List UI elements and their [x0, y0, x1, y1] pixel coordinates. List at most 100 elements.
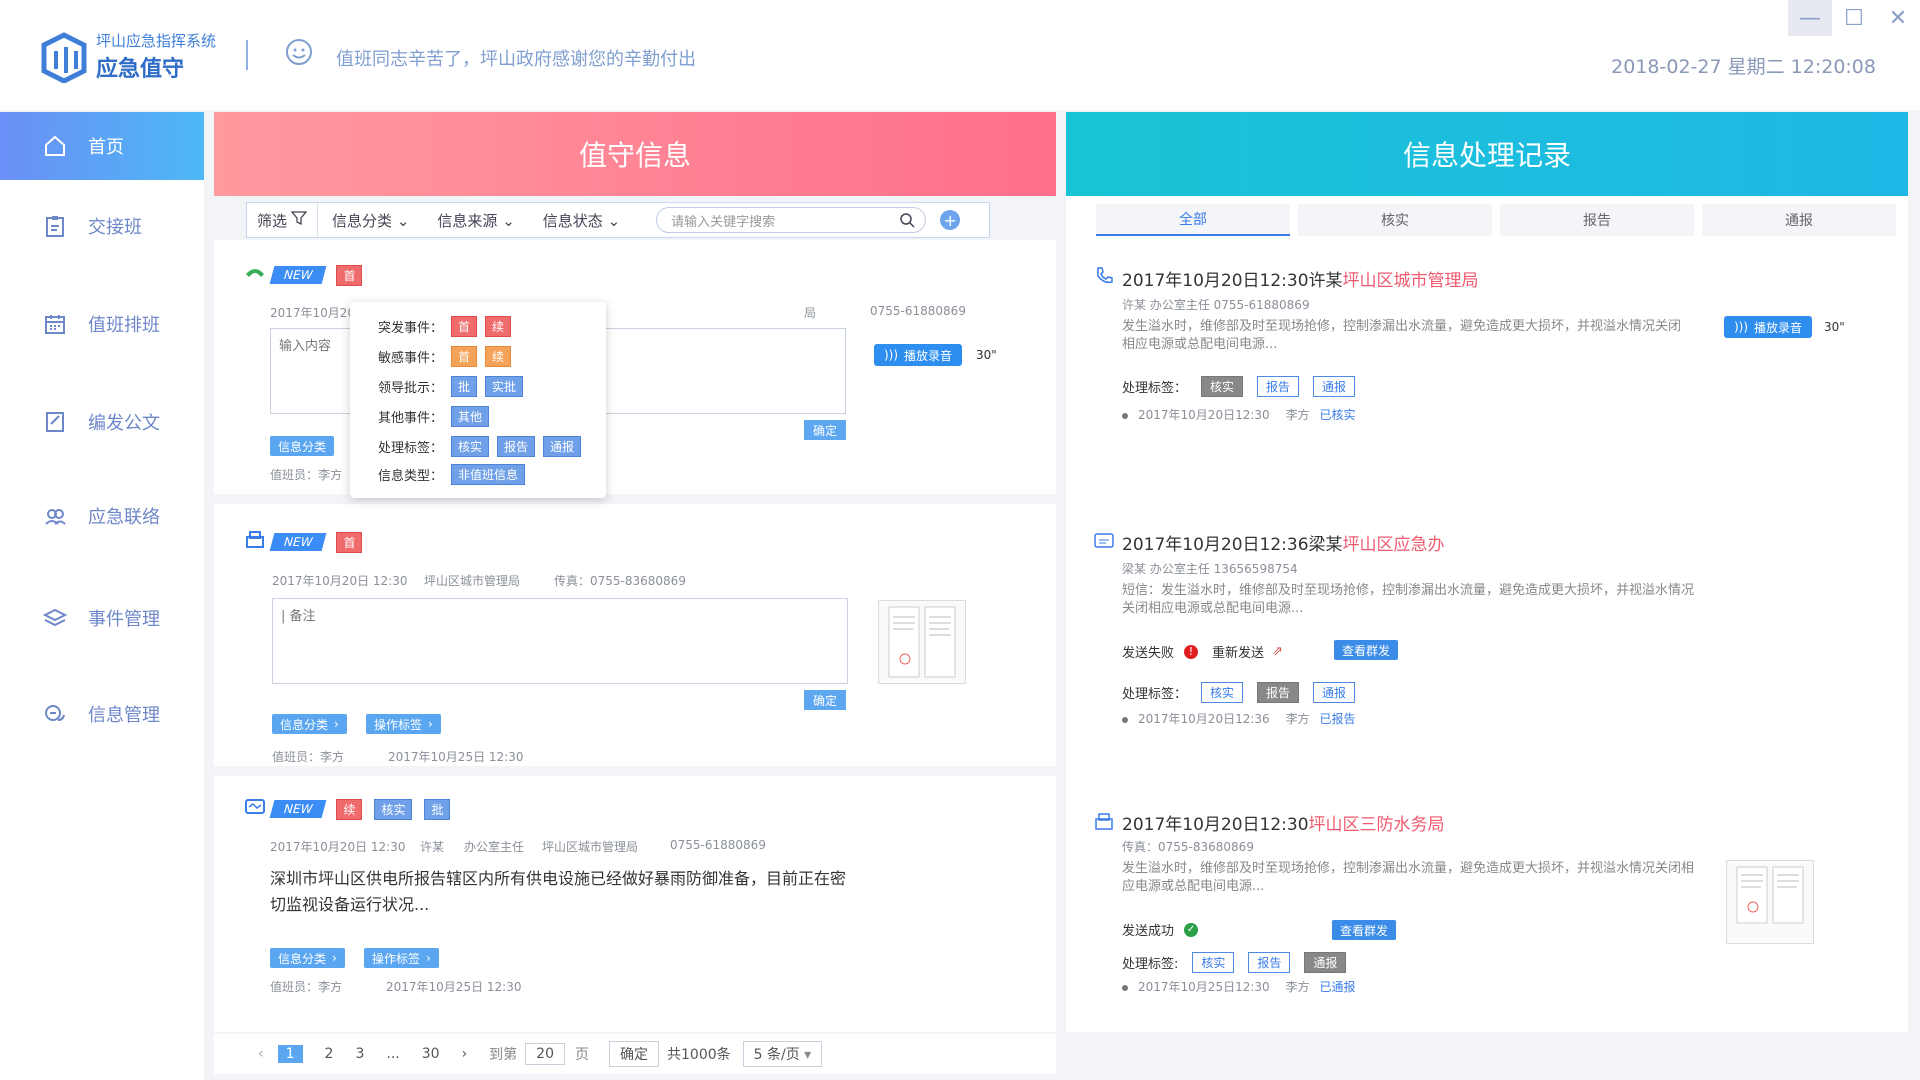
sidebar-item-documents[interactable]: 编发公文 — [0, 388, 204, 456]
new-badge: NEW — [269, 800, 327, 818]
tag-notice[interactable]: 通报 — [1313, 682, 1356, 703]
next-page-icon[interactable]: › — [462, 1046, 468, 1062]
popup-tag[interactable]: 续 — [485, 316, 512, 337]
resend-label[interactable]: 重新发送 — [1212, 642, 1264, 661]
input-placeholder: 输入内容 — [279, 339, 332, 354]
page-1[interactable]: 1 — [277, 1045, 303, 1063]
sidebar-item-label: 应急联络 — [88, 507, 160, 528]
sound-icon: ))) — [1734, 320, 1749, 334]
send-status: 发送失败 — [1122, 646, 1175, 661]
status-dropdown[interactable]: 信息状态 ⌄ — [529, 210, 634, 231]
sidebar-item-events[interactable]: 事件管理 — [0, 584, 204, 652]
sidebar-item-label: 信息管理 — [88, 705, 160, 726]
tab-verify[interactable]: 核实 — [1298, 204, 1492, 236]
sidebar-item-home[interactable]: 首页 — [0, 112, 204, 180]
fax-icon — [1094, 812, 1114, 836]
tag-verify[interactable]: 核实 — [1201, 682, 1244, 703]
clipboard-icon — [42, 213, 68, 239]
app-header: 坪山应急指挥系统 应急值守 值班同志辛苦了，坪山政府感谢您的辛勤付出 2018-… — [0, 0, 1920, 110]
resend-icon[interactable]: ⇗ — [1272, 644, 1283, 659]
page-2[interactable]: 2 — [325, 1046, 334, 1062]
card-org: 坪山区城市管理局 — [424, 574, 521, 588]
page-3[interactable]: 3 — [355, 1046, 364, 1062]
popup-tag[interactable]: 其他 — [451, 406, 490, 427]
duty-staff: 值班员：李方 — [270, 468, 343, 482]
record-desc: 发生溢水时，维修部及时至现场抢修，控制渗漏出水流量，避免造成更大损坏，并视溢水情… — [1122, 319, 1682, 352]
new-badge: NEW — [269, 266, 327, 284]
popup-tag[interactable]: 实批 — [485, 376, 524, 397]
sidebar-item-handover[interactable]: 交接班 — [0, 192, 204, 260]
popup-tag[interactable]: 报告 — [497, 436, 536, 457]
maximize-button[interactable]: ☐ — [1832, 0, 1876, 36]
view-group-send-button[interactable]: 查看群发 — [1332, 920, 1397, 940]
popup-tag[interactable]: 首 — [451, 346, 478, 367]
record-sub: 传真：0755-83680869 — [1122, 840, 1254, 854]
tag-verify[interactable]: 核实 — [1192, 952, 1235, 973]
page-input[interactable]: 20 — [525, 1043, 565, 1065]
goto-confirm-button[interactable]: 确定 — [609, 1041, 659, 1067]
info-category-button[interactable]: 信息分类 › — [272, 714, 347, 734]
info-category-button[interactable]: 信息分类 › — [270, 948, 345, 968]
popup-tag[interactable]: 通报 — [543, 436, 582, 457]
popup-tag[interactable]: 批 — [451, 376, 478, 397]
remark-input[interactable]: | 备注 — [272, 598, 848, 684]
tag-verify[interactable]: 核实 — [1201, 376, 1244, 397]
process-tags: 处理标签： 核实 报告 通报 — [1122, 376, 1356, 397]
confirm-button[interactable]: 确定 — [804, 420, 846, 440]
fax-document-thumbnail[interactable] — [878, 600, 966, 684]
card-person: 许某 — [420, 840, 445, 854]
search-input[interactable]: 请输入关键字搜索 — [656, 207, 927, 233]
source-dropdown[interactable]: 信息来源 ⌄ — [423, 210, 528, 231]
datetime: 2018-02-27 星期二 12:20:08 — [1611, 56, 1876, 78]
duty-staff: 值班员：李方 — [272, 750, 345, 764]
tag-report[interactable]: 报告 — [1257, 376, 1300, 397]
confirm-button[interactable]: 确定 — [804, 690, 846, 710]
tab-notice[interactable]: 通报 — [1702, 204, 1896, 236]
card-date: 2017年10月20 — [270, 306, 356, 320]
filter-button[interactable]: 筛选 — [247, 203, 319, 237]
duty-time: 2017年10月25日 12:30 — [388, 750, 524, 764]
popup-label: 领导批示： — [378, 381, 444, 396]
record-footer: 2017年10月20日12:30 李方 已核实 — [1122, 406, 1356, 423]
minimize-button[interactable]: — — [1788, 0, 1832, 36]
view-group-send-button[interactable]: 查看群发 — [1334, 640, 1399, 660]
tag-label: 处理标签： — [1122, 687, 1188, 702]
page-size-select[interactable]: 5 条/页 ▾ — [742, 1041, 823, 1067]
play-recording-button[interactable]: ))) 播放录音 — [1724, 316, 1813, 338]
play-recording-button[interactable]: ))) 播放录音 — [874, 344, 963, 366]
page-30[interactable]: 30 — [422, 1046, 440, 1062]
add-icon[interactable]: + — [940, 210, 961, 230]
tab-report[interactable]: 报告 — [1500, 204, 1694, 236]
total-count: 共1000条 — [667, 1047, 731, 1063]
close-button[interactable]: ✕ — [1876, 0, 1920, 36]
info-category-button[interactable]: 信息分类 — [270, 436, 335, 456]
sidebar-item-schedule[interactable]: 值班排班 — [0, 290, 204, 358]
sidebar-item-label: 首页 — [88, 137, 124, 158]
card-date: 2017年10月20日 12:30 — [272, 574, 408, 588]
prev-page-icon[interactable]: ‹ — [258, 1046, 264, 1062]
tab-all[interactable]: 全部 — [1096, 204, 1290, 236]
duty-info-panel: 值守信息 筛选 信息分类 ⌄ 信息来源 ⌄ 信息状态 ⌄ 请输入关键字搜索 + … — [214, 112, 1056, 1032]
operation-tag-button[interactable]: 操作标签 › — [366, 714, 441, 734]
popup-tag[interactable]: 续 — [485, 346, 512, 367]
filter-label: 筛选 — [257, 211, 288, 230]
tag-report[interactable]: 报告 — [1257, 682, 1300, 703]
popup-tag[interactable]: 首 — [451, 316, 478, 337]
popup-row: 敏感事件： 首续 — [378, 346, 512, 367]
sidebar-item-label: 值班排班 — [88, 315, 160, 336]
fax-document-thumbnail[interactable] — [1726, 860, 1814, 944]
footer-status: 已通报 — [1319, 980, 1356, 994]
sidebar-item-contacts[interactable]: 应急联络 — [0, 482, 204, 550]
sidebar-item-info[interactable]: 信息管理 — [0, 680, 204, 748]
operation-tag-button[interactable]: 操作标签 › — [364, 948, 439, 968]
popup-tag[interactable]: 非值班信息 — [451, 464, 526, 485]
popup-tag[interactable]: 核实 — [451, 436, 490, 457]
tag-notice[interactable]: 通报 — [1313, 376, 1356, 397]
tag-report[interactable]: 报告 — [1248, 952, 1291, 973]
record-org: 坪山区三防水务局 — [1308, 815, 1445, 835]
tag-notice[interactable]: 通报 — [1304, 952, 1347, 973]
record-footer: 2017年10月25日12:30 李方 已通报 — [1122, 978, 1356, 995]
process-tags: 处理标签: 核实 报告 通报 — [1122, 952, 1347, 973]
search-icon[interactable] — [899, 212, 915, 232]
category-dropdown[interactable]: 信息分类 ⌄ — [318, 210, 423, 231]
